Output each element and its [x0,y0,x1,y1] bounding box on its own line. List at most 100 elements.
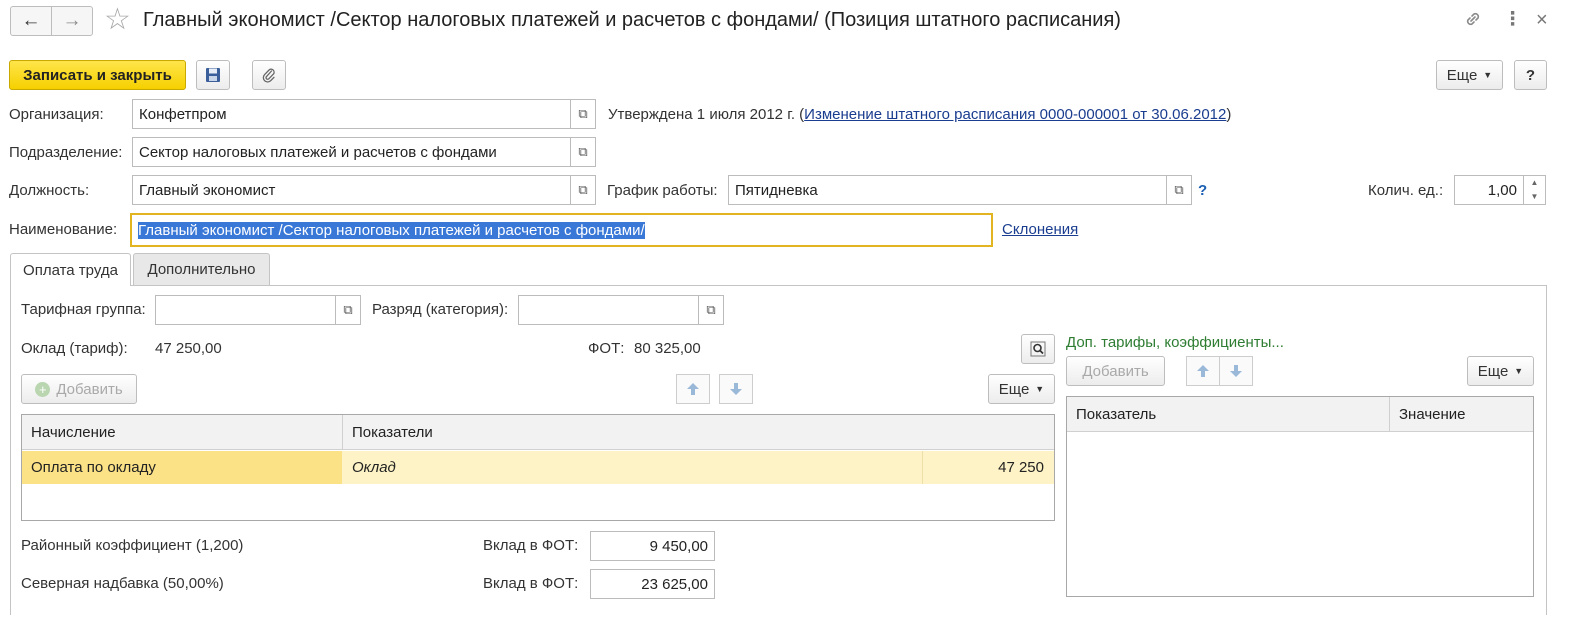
add-accrual-button[interactable]: + Добавить [21,374,137,404]
open-icon: ⧉ [1174,182,1184,197]
paperclip-icon [262,68,275,83]
regional-contrib-label: Вклад в ФОТ: [483,537,579,554]
grade-field[interactable] [518,295,699,325]
add-accrual-label: Добавить [56,380,123,398]
regional-coef-label: Районный коэффициент (1,200) [21,537,244,554]
grade-label: Разряд (категория): [372,301,509,318]
approved-text: Утверждена 1 июля 2012 г. ( [608,106,805,123]
north-contrib-label: Вклад в ФОТ: [483,575,579,592]
save-and-close-button[interactable]: Записать и закрыть [9,60,186,90]
close-icon[interactable]: × [1536,9,1548,31]
extra-table-header: Показатель Значение [1067,397,1533,432]
more-button[interactable]: Еще ▼ [1436,60,1503,90]
table-row[interactable]: Оплата по окладу Оклад 47 250 [22,451,1054,484]
arrow-down-icon [1230,365,1242,377]
qty-field[interactable]: 1,00 [1454,175,1524,205]
open-icon: ⧉ [706,302,716,317]
salary-value: 47 250,00 [155,340,222,357]
open-icon: ⧉ [578,106,588,121]
arrow-right-icon: → [62,10,82,31]
position-field[interactable]: Главный экономист [132,175,571,205]
move-down-button[interactable] [719,374,753,404]
extra-more-button[interactable]: Еще ▼ [1467,356,1534,386]
row-value-cell[interactable]: 47 250 [923,451,1044,484]
schedule-open-button[interactable]: ⧉ [1167,175,1192,205]
extra-more-label: Еще [1477,362,1509,380]
column-header-value[interactable]: Значение [1390,397,1530,432]
fot-label: ФОТ: [588,340,625,357]
dept-label: Подразделение: [9,144,123,161]
floppy-disk-icon [206,68,220,82]
row-indicator-cell[interactable]: Оклад [343,451,923,484]
name-field-selected-text: Главный экономист /Сектор налоговых плат… [138,221,645,239]
salary-label: Оклад (тариф): [21,340,128,357]
org-field[interactable]: Конфетпром [132,99,571,129]
caret-down-icon: ▼ [1514,366,1524,376]
arrow-up-icon [1197,365,1209,377]
staffing-change-link[interactable]: Изменение штатного расписания 0000-00000… [804,106,1226,123]
org-open-button[interactable]: ⧉ [571,99,596,129]
tariff-group-open-button[interactable]: ⧉ [336,295,361,325]
accruals-more-button[interactable]: Еще ▼ [988,374,1055,404]
position-label: Должность: [9,182,90,199]
stepper-down-icon[interactable]: ▼ [1524,190,1545,204]
column-header-indicator[interactable]: Показатель [1067,397,1389,432]
name-label: Наименование: [9,221,118,238]
add-extra-button[interactable]: Добавить [1066,356,1165,386]
arrow-up-icon [687,383,699,395]
more-menu-icon[interactable]: ⋮ [1503,9,1522,31]
accruals-more-label: Еще [998,380,1030,398]
approved-info: Утверждена 1 июля 2012 г. (Изменение шта… [608,106,1231,123]
open-icon: ⧉ [578,182,588,197]
magnifier-icon [1030,341,1046,357]
column-header-indicators[interactable]: Показатели [343,415,923,450]
declension-link[interactable]: Склонения [1002,221,1078,238]
caret-down-icon: ▼ [1483,70,1493,80]
arrow-down-icon [730,383,742,395]
extra-tariffs-title: Доп. тарифы, коэффициенты... [1066,334,1284,351]
more-button-label: Еще [1446,66,1478,84]
tariff-group-field[interactable] [155,295,336,325]
position-open-button[interactable]: ⧉ [571,175,596,205]
accruals-table: Начисление Показатели Оплата по окладу О… [21,414,1055,521]
forward-button[interactable]: → [51,6,93,36]
schedule-field[interactable]: Пятидневка [728,175,1167,205]
schedule-help-icon[interactable]: ? [1198,182,1207,199]
row-accrual-cell[interactable]: Оплата по окладу [22,451,342,484]
tab-additional[interactable]: Дополнительно [133,253,270,285]
star-icon[interactable]: ☆ [104,4,131,36]
window-title: Главный экономист /Сектор налоговых плат… [143,9,1121,31]
north-contrib-field[interactable]: 23 625,00 [590,569,715,599]
open-icon: ⧉ [578,144,588,159]
extra-move-down-button[interactable] [1219,356,1253,386]
attach-button[interactable] [252,60,286,90]
regional-contrib-field[interactable]: 9 450,00 [590,531,715,561]
fot-details-button[interactable] [1021,334,1055,364]
qty-stepper[interactable]: ▲ ▼ [1524,175,1546,205]
north-bonus-label: Северная надбавка (50,00%) [21,575,224,592]
caret-down-icon: ▼ [1035,384,1045,394]
schedule-label: График работы: [607,182,718,199]
approved-close-paren: ) [1226,106,1232,123]
open-icon: ⧉ [343,302,353,317]
help-button[interactable]: ? [1514,60,1547,90]
fot-value: 80 325,00 [634,340,701,357]
accruals-table-header: Начисление Показатели [22,415,1054,450]
qty-label: Колич. ед.: [1368,182,1444,199]
extra-move-up-button[interactable] [1186,356,1220,386]
org-label: Организация: [9,106,104,123]
dept-field[interactable]: Сектор налоговых платежей и расчетов с ф… [132,137,571,167]
dept-open-button[interactable]: ⧉ [571,137,596,167]
plus-circle-icon: + [35,381,51,397]
tab-payment[interactable]: Оплата труда [10,253,131,286]
column-header-accrual[interactable]: Начисление [22,415,342,450]
save-button[interactable] [196,60,230,90]
stepper-up-icon[interactable]: ▲ [1524,176,1545,190]
move-up-button[interactable] [676,374,710,404]
name-field[interactable]: Главный экономист /Сектор налоговых плат… [130,213,993,247]
back-button[interactable]: ← [10,6,52,36]
grade-open-button[interactable]: ⧉ [699,295,724,325]
link-icon[interactable] [1463,9,1483,35]
arrow-left-icon: ← [21,10,41,31]
extra-tariffs-table: Показатель Значение [1066,396,1534,597]
